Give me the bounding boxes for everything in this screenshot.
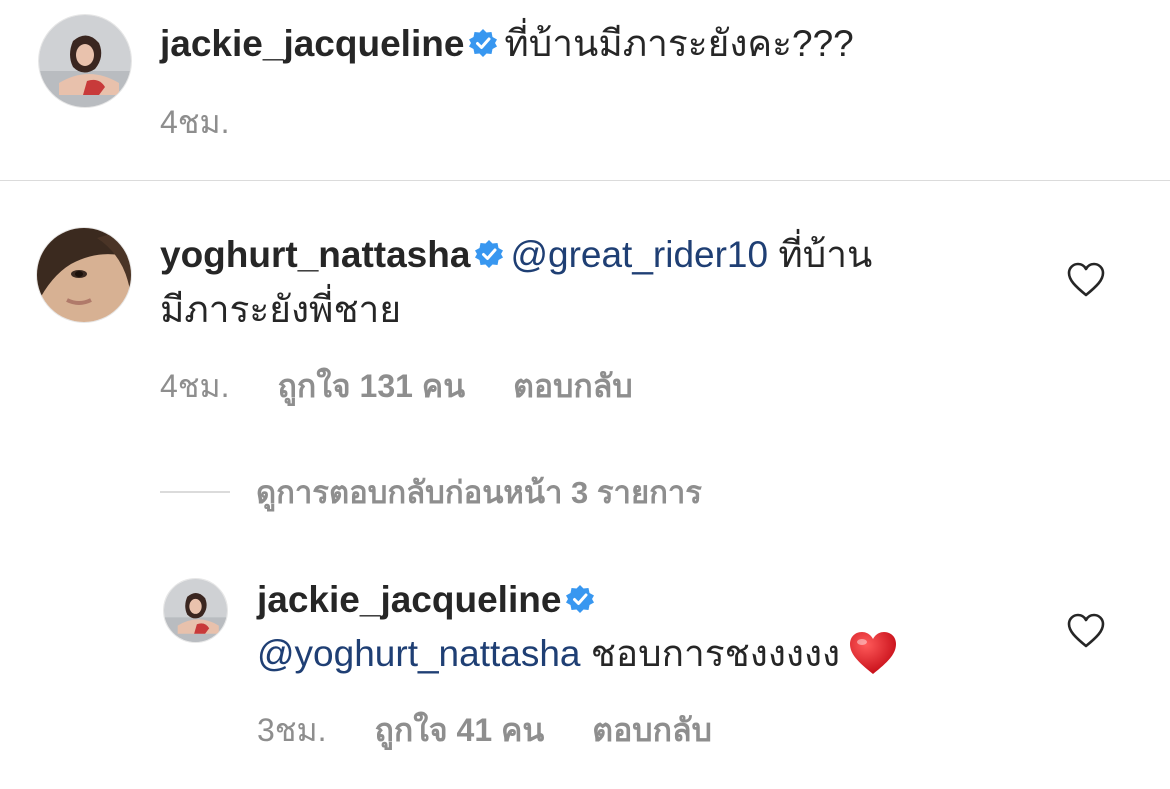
reply-username[interactable]: jackie_jacqueline (257, 579, 561, 620)
caption-text: ที่บ้านมีภาระยังคะ??? (504, 23, 854, 64)
caption-text-line: jackie_jacqueline ที่บ้านมีภาระยังคะ??? (160, 18, 854, 70)
verified-badge-icon (566, 585, 595, 614)
replies-dash-line (160, 491, 230, 493)
caption-time: 4ชม. (160, 104, 230, 140)
comment-text-line-1: yoghurt_nattasha @great_rider10 ที่บ้าน (160, 229, 872, 281)
view-previous-replies-button[interactable]: ดูการตอบกลับก่อนหน้า 3 รายการ (160, 467, 702, 517)
reply-username-line: jackie_jacqueline (257, 574, 601, 626)
reply-meta: 3ชม. ถูกใจ 41 คน ตอบกลับ (257, 705, 760, 756)
caption-divider (0, 180, 1170, 181)
reply-mention[interactable]: @yoghurt_nattasha (257, 633, 581, 674)
reply-text: ชอบการชงงงงง (590, 633, 841, 674)
comment-time: 4ชม. (160, 368, 230, 404)
view-previous-replies-label: ดูการตอบกลับก่อนหน้า 3 รายการ (256, 475, 702, 510)
reply-like-heart-icon[interactable] (1067, 613, 1105, 649)
comment-like-heart-icon[interactable] (1067, 262, 1105, 298)
comment-reply-button[interactable]: ตอบกลับ (513, 368, 633, 404)
comment-avatar[interactable] (36, 227, 132, 323)
comment-text-part-2: มีภาระยังพี่ชาย (160, 289, 402, 330)
red-heart-emoji (850, 632, 897, 675)
reply-reply-button[interactable]: ตอบกลับ (592, 712, 712, 748)
comment-mention[interactable]: @great_rider10 (510, 234, 768, 275)
avatar-photo (164, 579, 227, 642)
caption-username[interactable]: jackie_jacqueline (160, 23, 464, 64)
comment-meta: 4ชม. ถูกใจ 131 คน ตอบกลับ (160, 361, 681, 412)
reply-time: 3ชม. (257, 712, 327, 748)
verified-badge-icon (469, 29, 498, 58)
comment-text-line-2: มีภาระยังพี่ชาย (160, 284, 401, 336)
reply-text-line: @yoghurt_nattasha ชอบการชงงงงง (257, 628, 898, 682)
caption-avatar[interactable] (38, 14, 132, 108)
avatar-photo (39, 15, 131, 107)
reply-likes-count[interactable]: ถูกใจ 41 คน (375, 712, 545, 748)
avatar-photo (37, 228, 131, 322)
comment-text-part-1: ที่บ้าน (778, 234, 873, 275)
comment-likes-count[interactable]: ถูกใจ 131 คน (278, 368, 466, 404)
reply-avatar[interactable] (163, 578, 228, 643)
verified-badge-icon (475, 240, 504, 269)
caption-meta: 4ชม. (160, 97, 278, 148)
comment-username[interactable]: yoghurt_nattasha (160, 234, 470, 275)
